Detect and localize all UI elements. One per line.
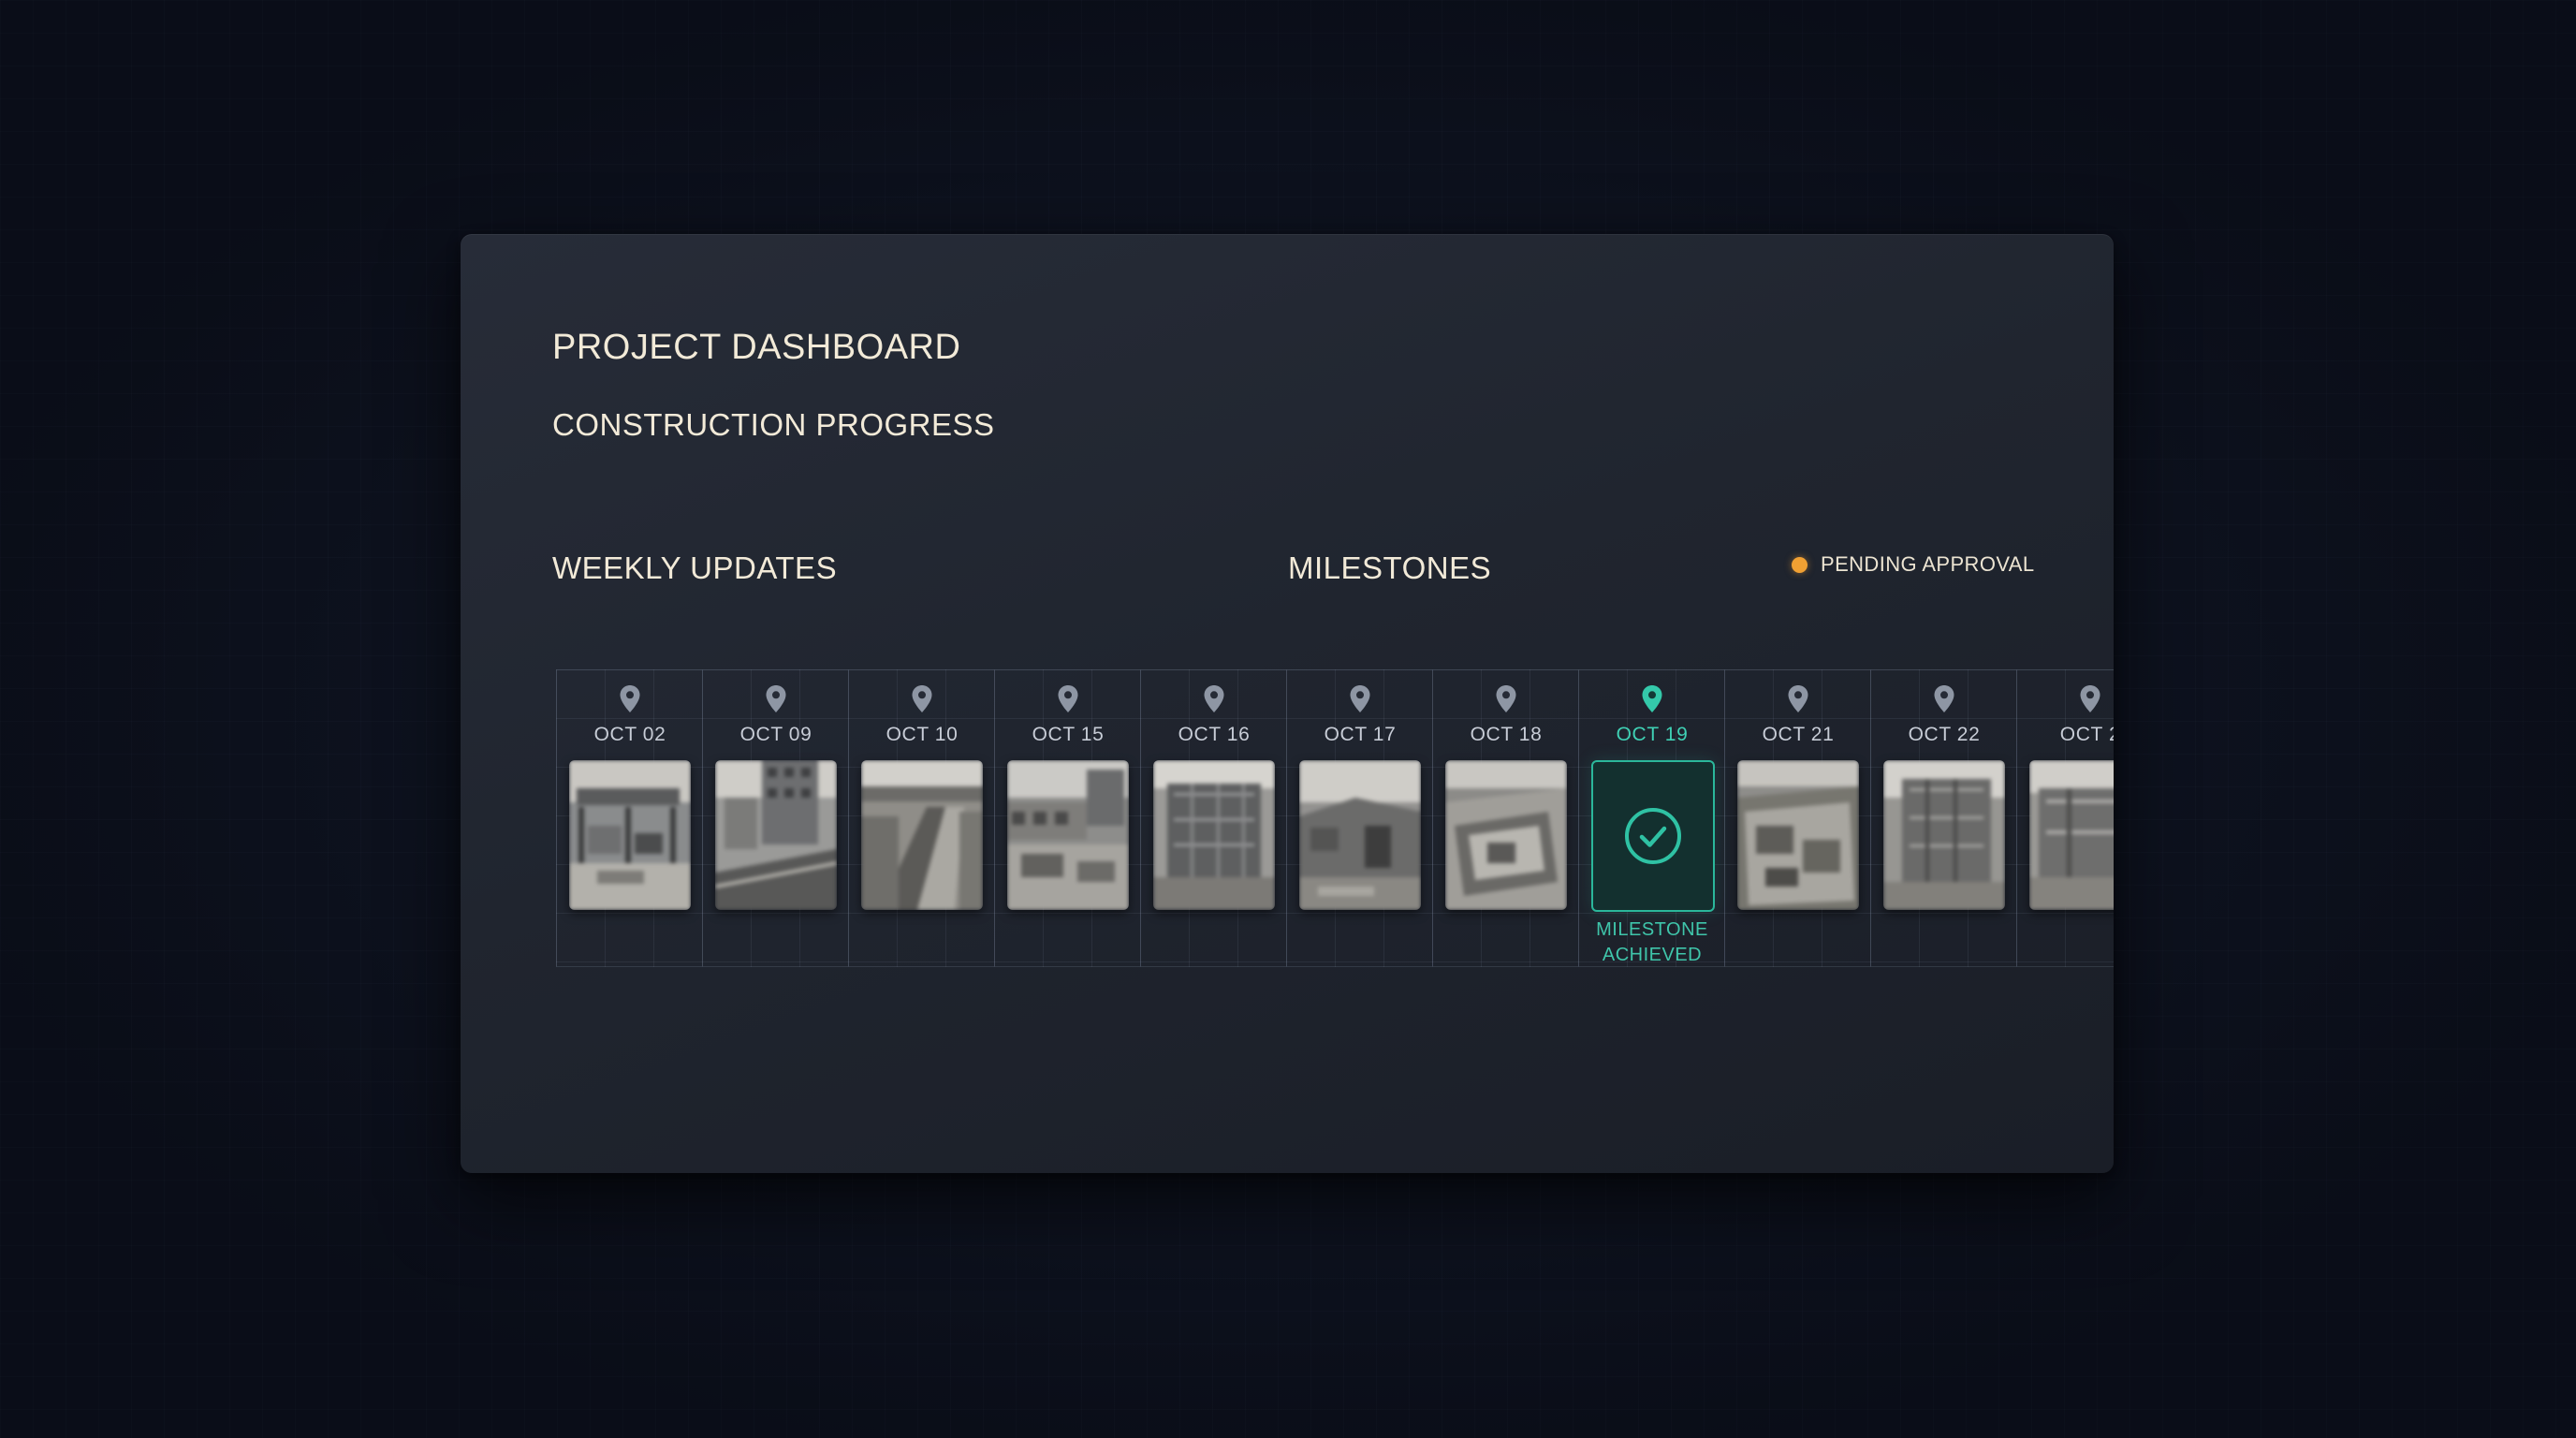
construction-photo[interactable] <box>1153 760 1275 910</box>
milestones-heading: MILESTONES <box>1288 550 1492 585</box>
entry-date: OCT 21 <box>1762 724 1835 745</box>
map-pin-icon <box>1350 685 1370 712</box>
timeline-entry[interactable]: OCT 16 <box>1140 670 1287 966</box>
entry-date: OCT 2 <box>2059 724 2114 745</box>
entry-date: OCT 10 <box>886 724 959 745</box>
entry-date: OCT 09 <box>739 724 812 745</box>
entry-date: OCT 22 <box>1908 724 1981 745</box>
timeline-entry[interactable]: OCT 18 <box>1432 670 1579 966</box>
construction-photo[interactable] <box>1445 760 1567 910</box>
map-pin-icon <box>1642 685 1662 712</box>
entry-date: OCT 17 <box>1324 724 1397 745</box>
construction-photo[interactable] <box>569 760 691 910</box>
construction-photo[interactable] <box>715 760 837 910</box>
timeline-entry[interactable]: OCT 02 <box>556 670 703 966</box>
legend-label: PENDING APPROVAL <box>1821 552 2035 576</box>
construction-photo[interactable] <box>1299 760 1421 910</box>
map-pin-icon <box>1204 685 1224 712</box>
timeline-entry[interactable]: OCT 21 <box>1724 670 1871 966</box>
construction-photo[interactable] <box>1737 760 1859 910</box>
timeline-entry[interactable]: OCT 10 <box>848 670 995 966</box>
page-title: PROJECT DASHBOARD <box>552 328 961 367</box>
weekly-updates-heading: WEEKLY UPDATES <box>552 550 838 585</box>
timeline-entry[interactable]: OCT 17 <box>1286 670 1433 966</box>
check-circle-icon <box>1625 808 1681 864</box>
pending-status-dot <box>1792 556 1808 573</box>
map-pin-icon <box>1934 685 1954 712</box>
map-pin-icon <box>1496 685 1516 712</box>
map-pin-icon <box>620 685 640 712</box>
dashboard-panel: PROJECT DASHBOARD CONSTRUCTION PROGRESS … <box>461 234 2114 1173</box>
construction-photo[interactable] <box>1883 760 2005 910</box>
entry-date: OCT 02 <box>593 724 666 745</box>
construction-photo[interactable] <box>2029 760 2114 910</box>
entry-date: OCT 18 <box>1470 724 1543 745</box>
timeline-entry[interactable]: OCT 15 <box>994 670 1141 966</box>
progress-timeline: OCT 02 OCT 09 OCT 10 OCT 15 OCT 16 OCT 1… <box>556 669 2114 967</box>
timeline-entry-milestone[interactable]: OCT 19 MILESTONE ACHIEVED <box>1578 670 1725 966</box>
legend-pending-approval: PENDING APPROVAL <box>1792 552 2035 577</box>
map-pin-icon <box>912 685 932 712</box>
entry-date: OCT 15 <box>1032 724 1105 745</box>
milestone-achieved-card[interactable] <box>1591 760 1715 912</box>
timeline-entry[interactable]: OCT 2 <box>2016 670 2114 966</box>
entry-date: OCT 16 <box>1178 724 1251 745</box>
timeline-entry[interactable]: OCT 09 <box>702 670 849 966</box>
construction-photo[interactable] <box>1007 760 1129 910</box>
page-subtitle: CONSTRUCTION PROGRESS <box>552 407 995 442</box>
map-pin-icon <box>1788 685 1808 712</box>
entry-date: OCT 19 <box>1616 724 1689 745</box>
timeline-entry[interactable]: OCT 22 <box>1870 670 2017 966</box>
map-pin-icon <box>2080 685 2100 712</box>
map-pin-icon <box>1058 685 1078 712</box>
map-pin-icon <box>766 685 786 712</box>
construction-photo[interactable] <box>861 760 983 910</box>
milestone-achieved-label: MILESTONE ACHIEVED <box>1596 919 1708 965</box>
